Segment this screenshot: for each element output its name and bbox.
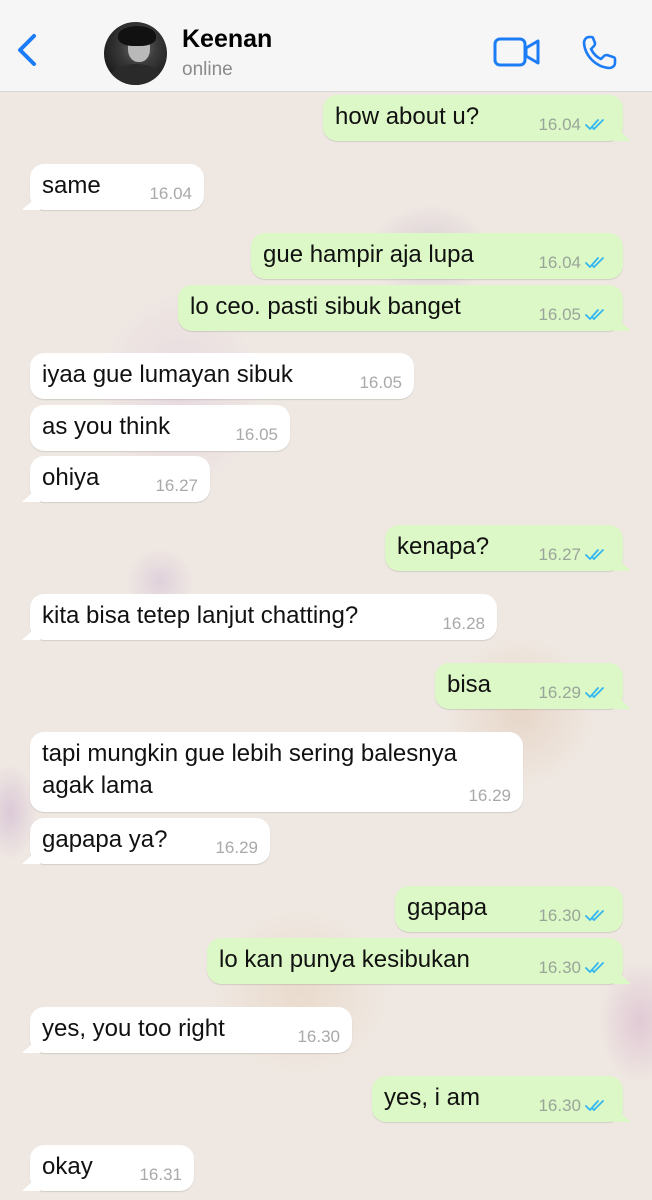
message-timestamp: 16.28 bbox=[442, 614, 485, 633]
message-text: gapapa ya? bbox=[42, 826, 168, 853]
avatar[interactable] bbox=[104, 22, 167, 85]
outgoing-message[interactable]: lo ceo. pasti sibuk banget 16.05 bbox=[178, 285, 631, 331]
message-timestamp: 16.05 bbox=[235, 425, 278, 444]
message-text: lo ceo. pasti sibuk banget bbox=[190, 293, 461, 320]
message-text: as you think bbox=[42, 413, 171, 440]
incoming-message[interactable]: iyaa gue lumayan sibuk 16.05 bbox=[30, 353, 414, 399]
double-check-icon bbox=[581, 115, 609, 134]
message-text: gue hampir aja lupa bbox=[263, 241, 474, 268]
message-text: how about u? bbox=[335, 103, 480, 130]
outgoing-message[interactable]: yes, i am 16.30 bbox=[372, 1076, 631, 1122]
double-check-icon bbox=[581, 305, 609, 324]
double-check-icon bbox=[581, 906, 609, 925]
double-check-icon bbox=[581, 958, 609, 977]
message-text: lo kan punya kesibukan bbox=[219, 946, 470, 973]
incoming-message[interactable]: tapi mungkin gue lebih sering balesnya a… bbox=[30, 732, 523, 812]
message-timestamp: 16.31 bbox=[139, 1165, 182, 1184]
double-check-icon bbox=[581, 253, 609, 272]
video-camera-icon[interactable] bbox=[493, 36, 541, 68]
message-timestamp: 16.04 bbox=[149, 184, 192, 203]
outgoing-message[interactable]: kenapa? 16.27 bbox=[385, 525, 631, 571]
message-timestamp: 16.04 bbox=[538, 115, 609, 135]
incoming-message[interactable]: as you think 16.05 bbox=[30, 405, 290, 451]
message-timestamp: 16.04 bbox=[538, 253, 609, 273]
outgoing-message[interactable]: how about u? 16.04 bbox=[323, 95, 631, 141]
message-timestamp: 16.29 bbox=[468, 786, 511, 805]
message-text: bisa bbox=[447, 671, 492, 698]
message-text: yes, you too right bbox=[42, 1015, 225, 1042]
incoming-message[interactable]: yes, you too right 16.30 bbox=[22, 1007, 352, 1053]
message-timestamp: 16.05 bbox=[359, 373, 402, 392]
double-check-icon bbox=[581, 1096, 609, 1115]
message-timestamp: 16.27 bbox=[538, 545, 609, 565]
outgoing-message[interactable]: bisa 16.29 bbox=[435, 663, 631, 709]
outgoing-message[interactable]: gue hampir aja lupa 16.04 bbox=[251, 233, 623, 279]
incoming-message[interactable]: okay 16.31 bbox=[22, 1145, 194, 1191]
message-timestamp: 16.30 bbox=[538, 906, 609, 926]
message-timestamp: 16.29 bbox=[538, 683, 609, 703]
message-text: ohiya bbox=[42, 464, 100, 491]
message-timestamp: 16.30 bbox=[538, 1096, 609, 1116]
message-text: okay bbox=[42, 1153, 93, 1180]
message-timestamp: 16.30 bbox=[538, 958, 609, 978]
outgoing-message[interactable]: gapapa 16.30 bbox=[395, 886, 623, 932]
contact-status: online bbox=[182, 59, 233, 80]
message-text: same bbox=[42, 172, 101, 199]
incoming-message[interactable]: ohiya 16.27 bbox=[22, 456, 210, 502]
outgoing-message[interactable]: lo kan punya kesibukan 16.30 bbox=[207, 938, 631, 984]
double-check-icon bbox=[581, 683, 609, 702]
message-text: kenapa? bbox=[397, 533, 490, 560]
incoming-message[interactable]: gapapa ya? 16.29 bbox=[22, 818, 270, 864]
message-timestamp: 16.30 bbox=[297, 1027, 340, 1046]
message-text: gapapa bbox=[407, 894, 488, 921]
incoming-message[interactable]: kita bisa tetep lanjut chatting? 16.28 bbox=[22, 594, 497, 640]
message-text: iyaa gue lumayan sibuk bbox=[42, 361, 293, 388]
incoming-message[interactable]: same 16.04 bbox=[22, 164, 204, 210]
message-text: kita bisa tetep lanjut chatting? bbox=[42, 602, 359, 629]
double-check-icon bbox=[581, 545, 609, 564]
message-timestamp: 16.29 bbox=[215, 838, 258, 857]
message-text: tapi mungkin gue lebih sering balesnya a… bbox=[42, 740, 457, 799]
message-text: yes, i am bbox=[384, 1084, 481, 1111]
chevron-left-icon[interactable] bbox=[12, 30, 42, 70]
message-timestamp: 16.05 bbox=[538, 305, 609, 325]
contact-name[interactable]: Keenan bbox=[182, 25, 272, 54]
phone-icon[interactable] bbox=[580, 34, 620, 72]
chat-header: Keenan online bbox=[0, 0, 652, 92]
message-timestamp: 16.27 bbox=[155, 476, 198, 495]
